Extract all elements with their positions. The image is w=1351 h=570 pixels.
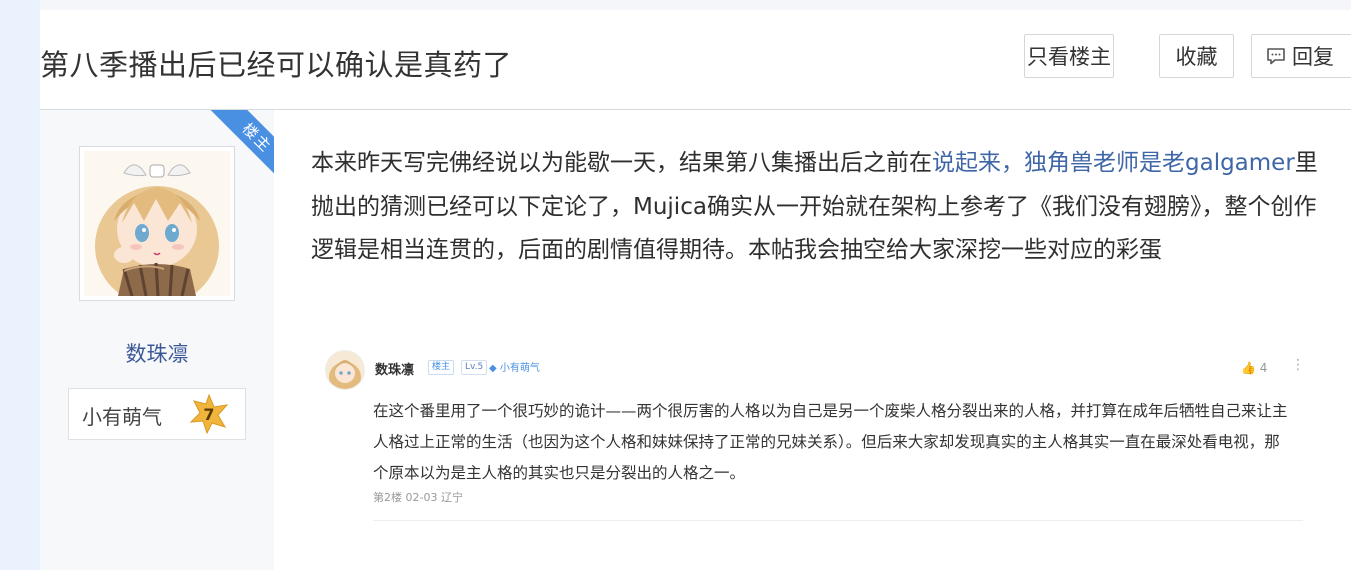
embedded-comment-screenshot: 数珠凛 楼主 Lv.5 ◆ 小有萌气 👍 4 ⋮ 在这个番里用了一个很巧妙的诡计… <box>313 336 1313 526</box>
favorite-button[interactable]: 收藏 <box>1159 34 1234 78</box>
avatar-image <box>84 151 230 296</box>
level-star-icon: 7 <box>189 394 229 434</box>
embedded-avatar-image <box>326 351 364 389</box>
more-icon: ⋮ <box>1291 357 1305 373</box>
reply-button[interactable]: 回复 <box>1251 34 1351 78</box>
embedded-likes-value: 4 <box>1259 361 1268 375</box>
embedded-divider <box>373 520 1303 521</box>
author-panel: 楼主 数珠凛 小有萌气 7 <box>40 110 274 570</box>
embedded-badge-icon: ◆ <box>489 363 497 374</box>
thread-header: 第八季播出后已经可以确认是真药了 只看楼主 收藏 回复 <box>40 10 1351 110</box>
only-op-button[interactable]: 只看楼主 <box>1024 34 1114 78</box>
level-name: 小有萌气 <box>82 405 162 429</box>
reply-icon <box>1267 48 1285 65</box>
post-text-start: 本来昨天写完佛经说以为能歇一天，结果第八集播出后之前在 <box>311 150 932 176</box>
top-margin-strip <box>40 0 1351 10</box>
thread-title: 第八季播出后已经可以确认是真药了 <box>40 48 513 82</box>
embedded-badge: ◆ 小有萌气 <box>489 359 540 374</box>
post-content: 本来昨天写完佛经说以为能歇一天，结果第八集播出后之前在说起来，独角兽老师是老ga… <box>311 142 1331 273</box>
embedded-username: 数珠凛 <box>375 363 415 378</box>
embedded-comment-body: 在这个番里用了一个很巧妙的诡计——两个很厉害的人格以为自己是另一个废柴人格分裂出… <box>373 402 1288 482</box>
embedded-like-count: 👍 4 <box>1241 361 1267 375</box>
left-margin-strip <box>0 0 40 570</box>
embedded-comment-meta: 第2楼 02-03 辽宁 <box>373 491 463 504</box>
level-number: 7 <box>203 405 214 424</box>
referenced-thread-link[interactable]: 说起来，独角兽老师是老galgamer <box>932 150 1295 176</box>
embedded-level-tag: Lv.5 <box>461 360 488 375</box>
embedded-op-tag: 楼主 <box>428 360 455 375</box>
embedded-badge-label: 小有萌气 <box>499 363 540 374</box>
embedded-avatar <box>325 350 365 390</box>
avatar[interactable] <box>79 146 235 301</box>
level-badge: 小有萌气 7 <box>68 388 246 440</box>
reply-button-label: 回复 <box>1292 45 1334 69</box>
thumb-up-icon: 👍 <box>1241 361 1256 375</box>
author-name[interactable]: 数珠凛 <box>40 338 274 368</box>
